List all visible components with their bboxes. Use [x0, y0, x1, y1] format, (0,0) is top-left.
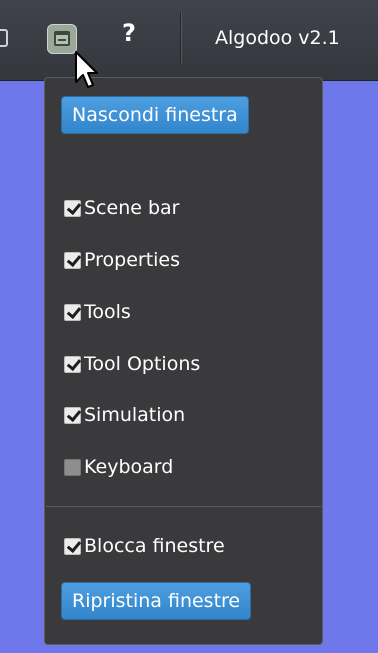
menu-item-label: Keyboard: [84, 456, 174, 478]
window-menu-panel: Nascondi finestra Scene bar Properties T…: [44, 77, 323, 645]
checkbox-checked-icon[interactable]: [64, 251, 81, 269]
window-icon: [54, 31, 70, 46]
checkbox-checked-icon[interactable]: [64, 406, 81, 424]
menu-item-properties[interactable]: Properties: [64, 245, 180, 275]
hide-window-button[interactable]: Nascondi finestra: [61, 96, 249, 134]
menu-item-label: Tools: [84, 301, 131, 323]
checkbox-unchecked-icon[interactable]: [64, 458, 81, 476]
checkbox-checked-icon[interactable]: [64, 303, 81, 321]
mouse-cursor-icon: [75, 51, 98, 88]
app-title: Algodoo v2.1: [215, 27, 340, 49]
partial-toolbar-icon[interactable]: [0, 29, 8, 47]
toolbar-separator: [180, 12, 181, 64]
checkbox-checked-icon[interactable]: [64, 199, 81, 217]
menu-divider: [46, 506, 321, 507]
checkbox-checked-icon[interactable]: [64, 537, 81, 555]
menu-item-tools[interactable]: Tools: [64, 297, 131, 327]
window-menu-button[interactable]: [47, 24, 77, 54]
checkbox-checked-icon[interactable]: [64, 355, 81, 373]
menu-item-keyboard[interactable]: Keyboard: [64, 452, 173, 482]
menu-item-scene-bar[interactable]: Scene bar: [64, 193, 179, 223]
menu-item-label: Tool Options: [84, 353, 201, 375]
top-toolbar: ? Algodoo v2.1: [0, 0, 378, 81]
help-button[interactable]: ?: [122, 19, 136, 47]
menu-item-label: Properties: [84, 249, 181, 271]
menu-item-label: Blocca finestre: [84, 535, 225, 557]
restore-windows-button[interactable]: Ripristina finestre: [61, 582, 252, 620]
menu-item-label: Scene bar: [84, 197, 180, 219]
menu-item-label: Simulation: [84, 404, 186, 426]
menu-item-lock-windows[interactable]: Blocca finestre: [64, 531, 225, 561]
menu-item-simulation[interactable]: Simulation: [64, 400, 185, 430]
menu-item-tool-options[interactable]: Tool Options: [64, 349, 200, 379]
